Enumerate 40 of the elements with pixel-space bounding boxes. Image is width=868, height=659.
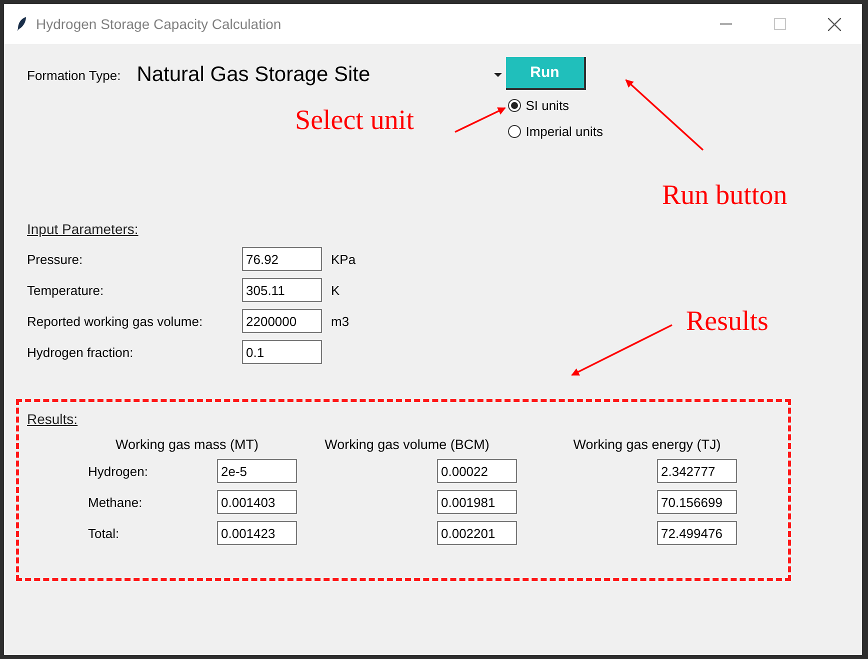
unit-label: K	[331, 282, 340, 298]
field-label: Hydrogen fraction:	[27, 344, 134, 360]
input-field[interactable]: 0.001981	[437, 490, 517, 514]
close-icon[interactable]	[828, 18, 841, 30]
input-field[interactable]: 76.92	[242, 247, 322, 271]
section-heading: Input Parameters:	[27, 221, 140, 237]
column-header: Working gas mass (MT)	[114, 437, 260, 452]
input-field[interactable]: 2200000	[242, 309, 322, 333]
radio-button[interactable]: Imperial units	[508, 121, 604, 142]
feather-icon	[16, 16, 28, 32]
input-field[interactable]: 2.342777	[657, 459, 737, 483]
input-field[interactable]: 0.001423	[217, 521, 297, 545]
unit-label: KPa	[331, 252, 356, 266]
input-field[interactable]: 0.1	[242, 340, 322, 364]
unit-label: m3	[331, 314, 350, 328]
section-heading: Results:	[27, 411, 79, 427]
annotation-text: Results	[686, 308, 768, 336]
row-label: Methane:	[88, 494, 144, 510]
dropdown-caret-icon	[494, 73, 502, 77]
field-label: Pressure:	[27, 252, 83, 266]
annotation-text: Select unit	[295, 107, 414, 135]
input-field[interactable]: 305.11	[242, 278, 322, 302]
field-label: Reported working gas volume:	[27, 314, 203, 328]
radio-button[interactable]: SI units	[508, 95, 570, 116]
input-field[interactable]: 0.00022	[437, 459, 517, 483]
field-label: Formation Type:	[27, 68, 121, 83]
row-label: Total:	[88, 526, 120, 540]
annotation-arrow	[454, 107, 506, 133]
input-field[interactable]: 0.001403	[217, 490, 297, 514]
formation-dropdown[interactable]: Natural Gas Storage Site	[136, 60, 506, 90]
window-title: Hydrogen Storage Capacity Calculation	[36, 16, 282, 32]
row-label: Hydrogen:	[88, 464, 149, 478]
input-field[interactable]: 70.156699	[657, 490, 737, 514]
input-field[interactable]: 0.002201	[437, 521, 517, 545]
annotation-text: Run button	[662, 182, 788, 210]
column-header: Working gas energy (TJ)	[572, 437, 722, 452]
input-field[interactable]: 2e-5	[217, 459, 297, 483]
column-header: Working gas volume (BCM)	[324, 437, 490, 452]
input-field[interactable]: 72.499476	[657, 521, 737, 545]
field-label: Temperature:	[27, 282, 104, 298]
